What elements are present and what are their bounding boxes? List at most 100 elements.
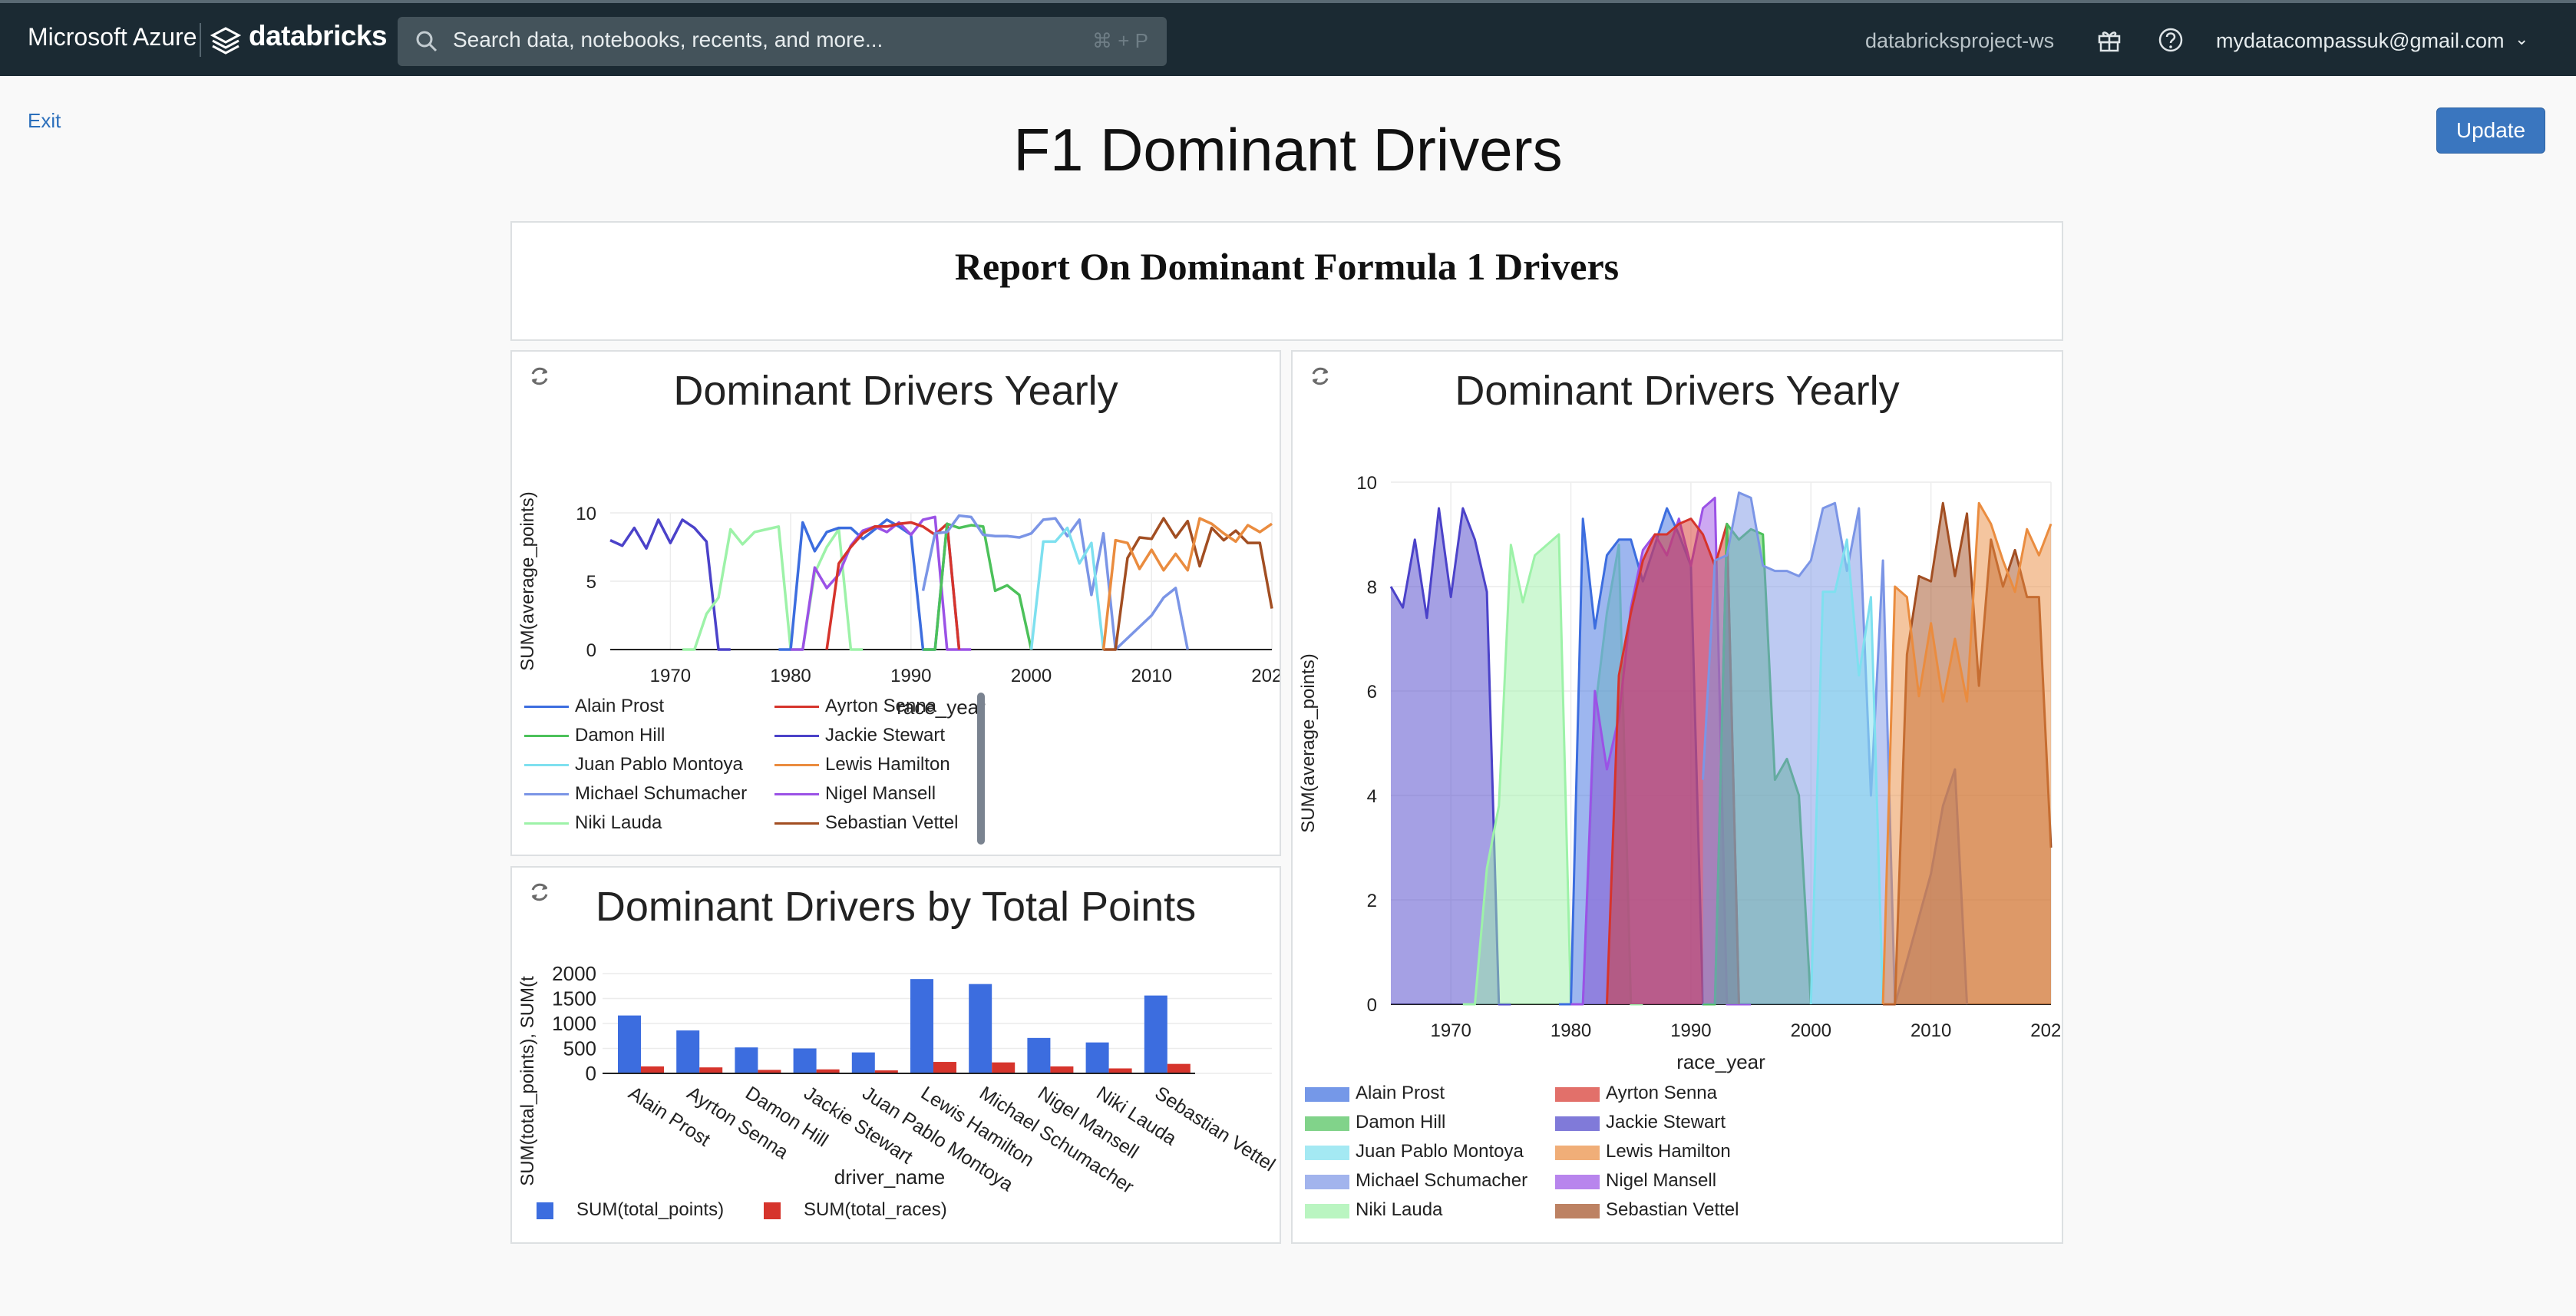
legend-label: Lewis Hamilton [1606,1141,1731,1162]
legend-swatch [774,735,819,737]
search-placeholder: Search data, notebooks, recents, and mor… [453,28,883,51]
legend-swatch [1555,1204,1600,1218]
bar-sum-total-races-lewis-hamilton[interactable] [933,1062,956,1073]
legend-label: Michael Schumacher [575,783,748,804]
bar-chart-card: Dominant Drivers by Total Points 0 500 100… [510,866,1281,1244]
y-tick-label: 8 [1367,577,1377,598]
user-account-menu[interactable]: mydatacompassuk@gmail.com [2216,29,2505,53]
legend-swatch [524,735,569,737]
x-tick-label: 1970 [650,666,691,686]
legend-label: Damon Hill [575,725,665,746]
legend-label: Jackie Stewart [1606,1112,1726,1132]
bar-sum-total-points-sebastian-vettel[interactable] [1144,995,1167,1073]
x-tick-label: 2020 [1251,666,1280,686]
chevron-down-icon[interactable]: ⌄ [2515,29,2528,49]
bar-sum-total-points-nigel-mansell[interactable] [1027,1037,1051,1073]
gift-icon[interactable] [2095,26,2123,54]
bar-sum-total-points-jackie-stewart[interactable] [793,1048,817,1074]
report-heading: Report On Dominant Formula 1 Drivers [954,245,1620,288]
x-tick-label: 1990 [890,666,931,686]
y-tick-label: 4 [1367,786,1377,807]
x-tick-label: 1970 [1430,1020,1471,1041]
legend-swatch [1555,1146,1600,1160]
legend-swatch [774,822,819,825]
legend-swatch [1555,1116,1600,1131]
bar-sum-total-points-damon-hill[interactable] [735,1047,758,1073]
chart-legend: Alain Prost Ayrton Senna Damon Hill Jackie … [1305,1083,1796,1236]
bar-sum-total-races-alain-prost[interactable] [641,1066,664,1073]
y-tick-label: 10 [1356,473,1377,494]
y-axis-title: SUM(average_points) [1298,653,1319,832]
bar-sum-total-races-nigel-mansell[interactable] [1050,1066,1074,1073]
bar-sum-total-points-niki-lauda[interactable] [1085,1042,1109,1073]
report-title-card: Report On Dominant Formula 1 Drivers [510,221,2063,341]
x-tick-label: 1990 [1670,1020,1711,1041]
area-chart[interactable]: 0 2 4 6 8 10 1970 1980 1990 2000 2010 2020 race_year… [1293,421,2060,1142]
y-axis-title: SUM(average_points) [517,491,538,670]
bar-chart[interactable]: 0500100015002000Alain ProstAyrton SennaD… [512,929,1280,1198]
x-tick-label: 1980 [770,666,811,686]
series-line-nigel-mansell[interactable] [791,515,972,651]
search-shortcut-hint: ⌘ + P [1092,29,1148,52]
legend-swatch [1305,1146,1349,1160]
legend-swatch [524,706,569,708]
legend-swatch [1555,1175,1600,1189]
search-icon [416,31,438,52]
bar-sum-total-points-ayrton-senna[interactable] [676,1030,700,1073]
line-chart[interactable]: 0510197019801990200020102020race_yearSUM… [512,398,1280,728]
legend-label: Jackie Stewart [825,725,946,746]
series-line-michael-schumacher[interactable] [921,514,1190,651]
y-tick-label: 10 [576,504,596,524]
help-icon[interactable] [2157,26,2185,54]
x-tick-label: 2000 [1011,666,1052,686]
top-navigation-bar: Microsoft Azure databricks Search data, … [0,0,2576,76]
bar-sum-total-points-juan-pablo-montoya[interactable] [851,1052,875,1073]
area-chart-card: Dominant Drivers Yearly 0 2 4 6 8 10 1970 1980 1… [1291,350,2063,1244]
line-chart-card: Dominant Drivers Yearly 0 5 10 1970 1980 1990… [510,350,1281,856]
legend-swatch [524,793,569,795]
legend-label: Ayrton Senna [1606,1083,1717,1103]
legend-swatch [774,706,819,708]
x-tick-label: 1980 [1551,1020,1591,1041]
legend-label: Damon Hill [1356,1112,1446,1132]
legend-label: Lewis Hamilton [825,754,950,775]
series-line-ayrton-senna[interactable] [825,521,961,650]
y-tick-label: 5 [586,572,596,593]
y-axis-title: SUM(total_points), SUM(t [517,976,538,1186]
global-search-input[interactable]: Search data, notebooks, recents, and mor… [398,17,1167,66]
x-tick-label: 2010 [1131,666,1172,686]
legend-swatch [1555,1087,1600,1102]
bar-sum-total-races-michael-schumacher[interactable] [992,1062,1016,1073]
legend-label: Ayrton Senna [825,696,936,716]
legend-label: Nigel Mansell [825,783,936,804]
bar-sum-total-points-alain-prost[interactable] [618,1015,641,1073]
legend-swatch [1305,1087,1349,1102]
bar-sum-total-races-ayrton-senna[interactable] [699,1067,723,1073]
y-tick-label: 0 [1367,995,1377,1016]
legend-label: Juan Pablo Montoya [575,754,743,775]
bar-sum-total-races-sebastian-vettel[interactable] [1167,1063,1191,1073]
series-line-damon-hill[interactable] [923,522,1033,651]
chart-title: Dominant Drivers by Total Points [595,884,1197,930]
legend-swatch [537,1202,553,1219]
y-tick-label: 0 [586,1062,596,1085]
legend-label: Juan Pablo Montoya [1356,1141,1524,1162]
bar-sum-total-points-lewis-hamilton[interactable] [910,979,933,1073]
y-tick-label: 6 [1367,682,1377,703]
legend-label: Niki Lauda [575,812,662,833]
workspace-name[interactable]: databricksproject-ws [1865,29,2054,53]
x-axis-title: driver_name [834,1166,946,1189]
chart-legend: Alain Prost Ayrton Senna Damon Hill Jackie … [524,696,1016,849]
brand-divider [200,23,201,57]
series-line-lewis-hamilton[interactable] [1101,517,1273,650]
legend-swatch [774,764,819,766]
series-line-sebastian-vettel[interactable] [1103,517,1273,651]
bar-sum-total-points-michael-schumacher[interactable] [969,984,992,1073]
legend-label: Alain Prost [1356,1083,1445,1103]
legend-label: Alain Prost [575,696,665,716]
legend-scrollbar[interactable] [977,693,985,845]
legend-swatch [764,1202,781,1219]
y-tick-label: 1500 [552,987,596,1010]
y-tick-label: 500 [563,1037,596,1060]
legend-label: SUM(total_points) [576,1199,725,1220]
